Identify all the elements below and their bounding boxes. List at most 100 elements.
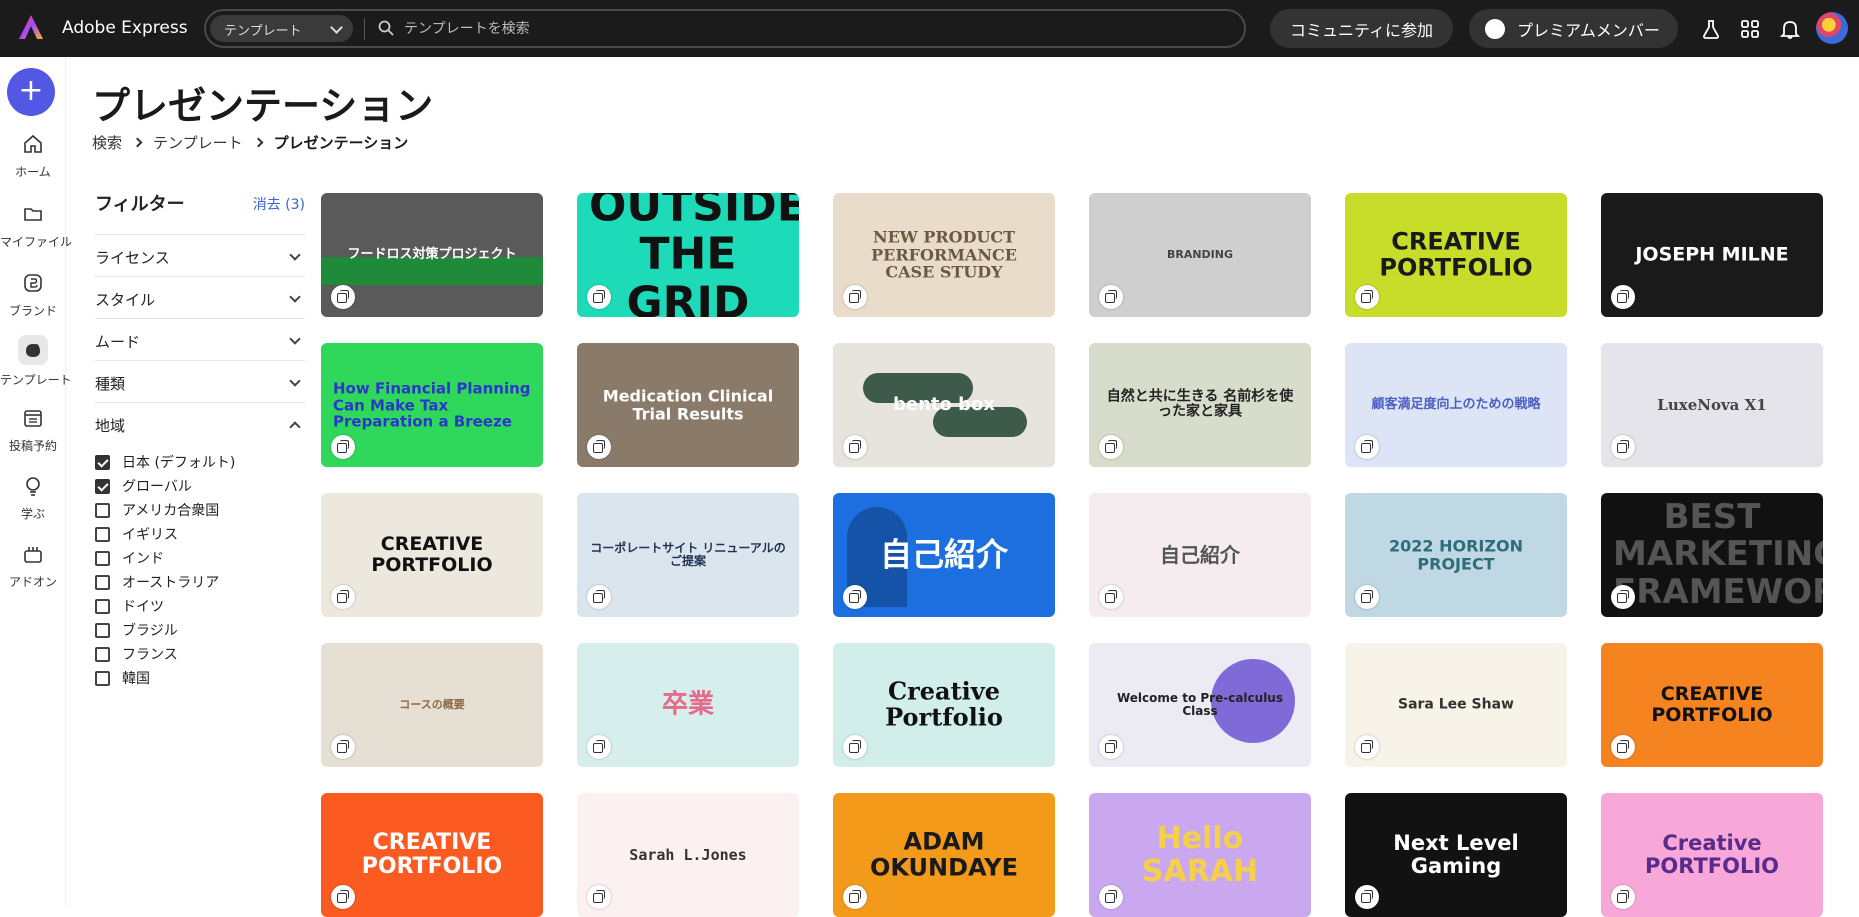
- region-option[interactable]: 日本 (デフォルト): [95, 452, 235, 472]
- template-title: NEW PRODUCT PERFORMANCE CASE STUDY: [871, 227, 1017, 282]
- premium-member-button[interactable]: プレミアムメンバー: [1469, 9, 1678, 48]
- create-button[interactable]: +: [7, 68, 55, 116]
- chevron-down-icon: [289, 333, 301, 345]
- multi-page-icon: [1611, 585, 1635, 609]
- template-card[interactable]: BRANDING: [1089, 193, 1311, 317]
- template-card[interactable]: Sara Lee Shaw: [1345, 643, 1567, 767]
- checkbox-checked[interactable]: [95, 478, 110, 494]
- rail-item-templates[interactable]: テンプレート: [0, 335, 72, 388]
- template-card[interactable]: 自己紹介: [833, 493, 1055, 617]
- checkbox[interactable]: [95, 622, 110, 638]
- template-title: 顧客満足度向上のための戦略: [1371, 396, 1541, 412]
- region-option[interactable]: フランス: [95, 644, 178, 664]
- chevron-down-icon: [289, 375, 301, 387]
- template-card[interactable]: bento box: [833, 343, 1055, 467]
- facet-license[interactable]: ライセンス: [95, 234, 305, 274]
- template-card[interactable]: CREATIVE PORTFOLIO: [1345, 193, 1567, 317]
- facet-region[interactable]: 地域: [95, 402, 305, 442]
- template-card[interactable]: Hello SARAH: [1089, 793, 1311, 917]
- template-card[interactable]: BEST MARKETING FRAMEWORKS: [1601, 493, 1823, 617]
- template-title: 2022 HORIZON PROJECT: [1389, 536, 1523, 573]
- template-title: Next Level Gaming: [1393, 830, 1519, 878]
- template-card[interactable]: コースの概要: [321, 643, 543, 767]
- template-title: ADAM OKUNDAYE: [869, 827, 1019, 882]
- rail-item-my-files[interactable]: マイファイル: [0, 203, 72, 250]
- template-card[interactable]: Creative Portfolio: [833, 643, 1055, 767]
- bell-icon[interactable]: [1779, 18, 1801, 40]
- template-card[interactable]: Creative PORTFOLIO: [1601, 793, 1823, 917]
- home-icon: [24, 134, 42, 153]
- region-option[interactable]: ドイツ: [95, 596, 164, 616]
- crown-icon: [1485, 19, 1505, 39]
- rail-item-brand[interactable]: ブランド: [0, 272, 66, 319]
- template-card[interactable]: 自己紹介: [1089, 493, 1311, 617]
- template-card[interactable]: 顧客満足度向上のための戦略: [1345, 343, 1567, 467]
- checkbox[interactable]: [95, 574, 110, 590]
- template-title: 卒業: [661, 689, 714, 720]
- template-card[interactable]: コーポレートサイト リニューアルのご提案: [577, 493, 799, 617]
- template-card[interactable]: OUTSIDE THE GRID: [577, 193, 799, 317]
- template-card[interactable]: Next Level Gaming: [1345, 793, 1567, 917]
- search-divider: [364, 18, 365, 40]
- multi-page-icon: [1611, 885, 1635, 909]
- join-community-button[interactable]: コミュニティに参加: [1270, 9, 1453, 48]
- rail-item-addons[interactable]: アドオン: [0, 543, 66, 590]
- facet-type[interactable]: 種類: [95, 360, 305, 400]
- flask-icon[interactable]: [1700, 18, 1722, 40]
- template-card[interactable]: How Financial Planning Can Make Tax Prep…: [321, 343, 543, 467]
- breadcrumb-templates[interactable]: テンプレート: [153, 132, 243, 153]
- template-title: Hello SARAH: [1141, 821, 1259, 889]
- search-scope-select[interactable]: テンプレート: [210, 15, 353, 42]
- rail-item-home[interactable]: ホーム: [0, 133, 66, 180]
- breadcrumb-search[interactable]: 検索: [92, 132, 122, 153]
- multi-page-icon: [843, 885, 867, 909]
- search-icon: [378, 20, 394, 36]
- region-option[interactable]: ブラジル: [95, 620, 178, 640]
- region-option[interactable]: インド: [95, 548, 164, 568]
- template-card[interactable]: CREATIVE PORTFOLIO: [321, 793, 543, 917]
- checkbox[interactable]: [95, 670, 110, 686]
- template-card[interactable]: ADAM OKUNDAYE: [833, 793, 1055, 917]
- folder-icon: [24, 208, 42, 221]
- checkbox-checked[interactable]: [95, 454, 110, 470]
- region-option[interactable]: 韓国: [95, 668, 150, 688]
- search-input[interactable]: [404, 17, 1204, 41]
- adobe-express-logo-icon[interactable]: [18, 14, 44, 40]
- region-option-label: ドイツ: [122, 599, 164, 615]
- region-option[interactable]: イギリス: [95, 524, 178, 544]
- checkbox[interactable]: [95, 646, 110, 662]
- clear-filters-link[interactable]: 消去 (3): [253, 194, 305, 214]
- multi-page-icon: [331, 735, 355, 759]
- template-title: 自己紹介: [1160, 543, 1240, 567]
- apps-grid-icon[interactable]: [1739, 18, 1761, 40]
- multi-page-icon: [1355, 285, 1379, 309]
- template-title: JOSEPH MILNE: [1635, 243, 1789, 266]
- template-card[interactable]: JOSEPH MILNE: [1601, 193, 1823, 317]
- template-card[interactable]: CREATIVE PORTFOLIO: [321, 493, 543, 617]
- rail-item-learn[interactable]: 学ぶ: [0, 475, 66, 522]
- template-card[interactable]: LuxeNova X1: [1601, 343, 1823, 467]
- region-option-label: 日本 (デフォルト): [122, 455, 236, 471]
- region-option[interactable]: グローバル: [95, 476, 192, 496]
- region-option[interactable]: オーストラリア: [95, 572, 219, 592]
- template-card[interactable]: Welcome to Pre-calculus Class: [1089, 643, 1311, 767]
- template-card[interactable]: CREATIVE PORTFOLIO: [1601, 643, 1823, 767]
- search-scope-label: テンプレート: [224, 24, 302, 39]
- template-card[interactable]: Sarah L.Jones: [577, 793, 799, 917]
- region-option[interactable]: アメリカ合衆国: [95, 500, 219, 520]
- template-card[interactable]: NEW PRODUCT PERFORMANCE CASE STUDY: [833, 193, 1055, 317]
- facet-style[interactable]: スタイル: [95, 276, 305, 316]
- facet-mood[interactable]: ムード: [95, 318, 305, 358]
- checkbox[interactable]: [95, 502, 110, 518]
- checkbox[interactable]: [95, 526, 110, 542]
- checkbox[interactable]: [95, 598, 110, 614]
- checkbox[interactable]: [95, 550, 110, 566]
- template-card[interactable]: 2022 HORIZON PROJECT: [1345, 493, 1567, 617]
- rail-item-schedule[interactable]: 投稿予約: [0, 407, 66, 454]
- app-name[interactable]: Adobe Express: [62, 18, 188, 38]
- template-card[interactable]: Medication Clinical Trial Results: [577, 343, 799, 467]
- user-avatar[interactable]: [1816, 12, 1848, 44]
- template-card[interactable]: 卒業: [577, 643, 799, 767]
- template-card[interactable]: フードロス対策プロジェクト: [321, 193, 543, 317]
- template-card[interactable]: 自然と共に生きる 名前杉を使った家と家具: [1089, 343, 1311, 467]
